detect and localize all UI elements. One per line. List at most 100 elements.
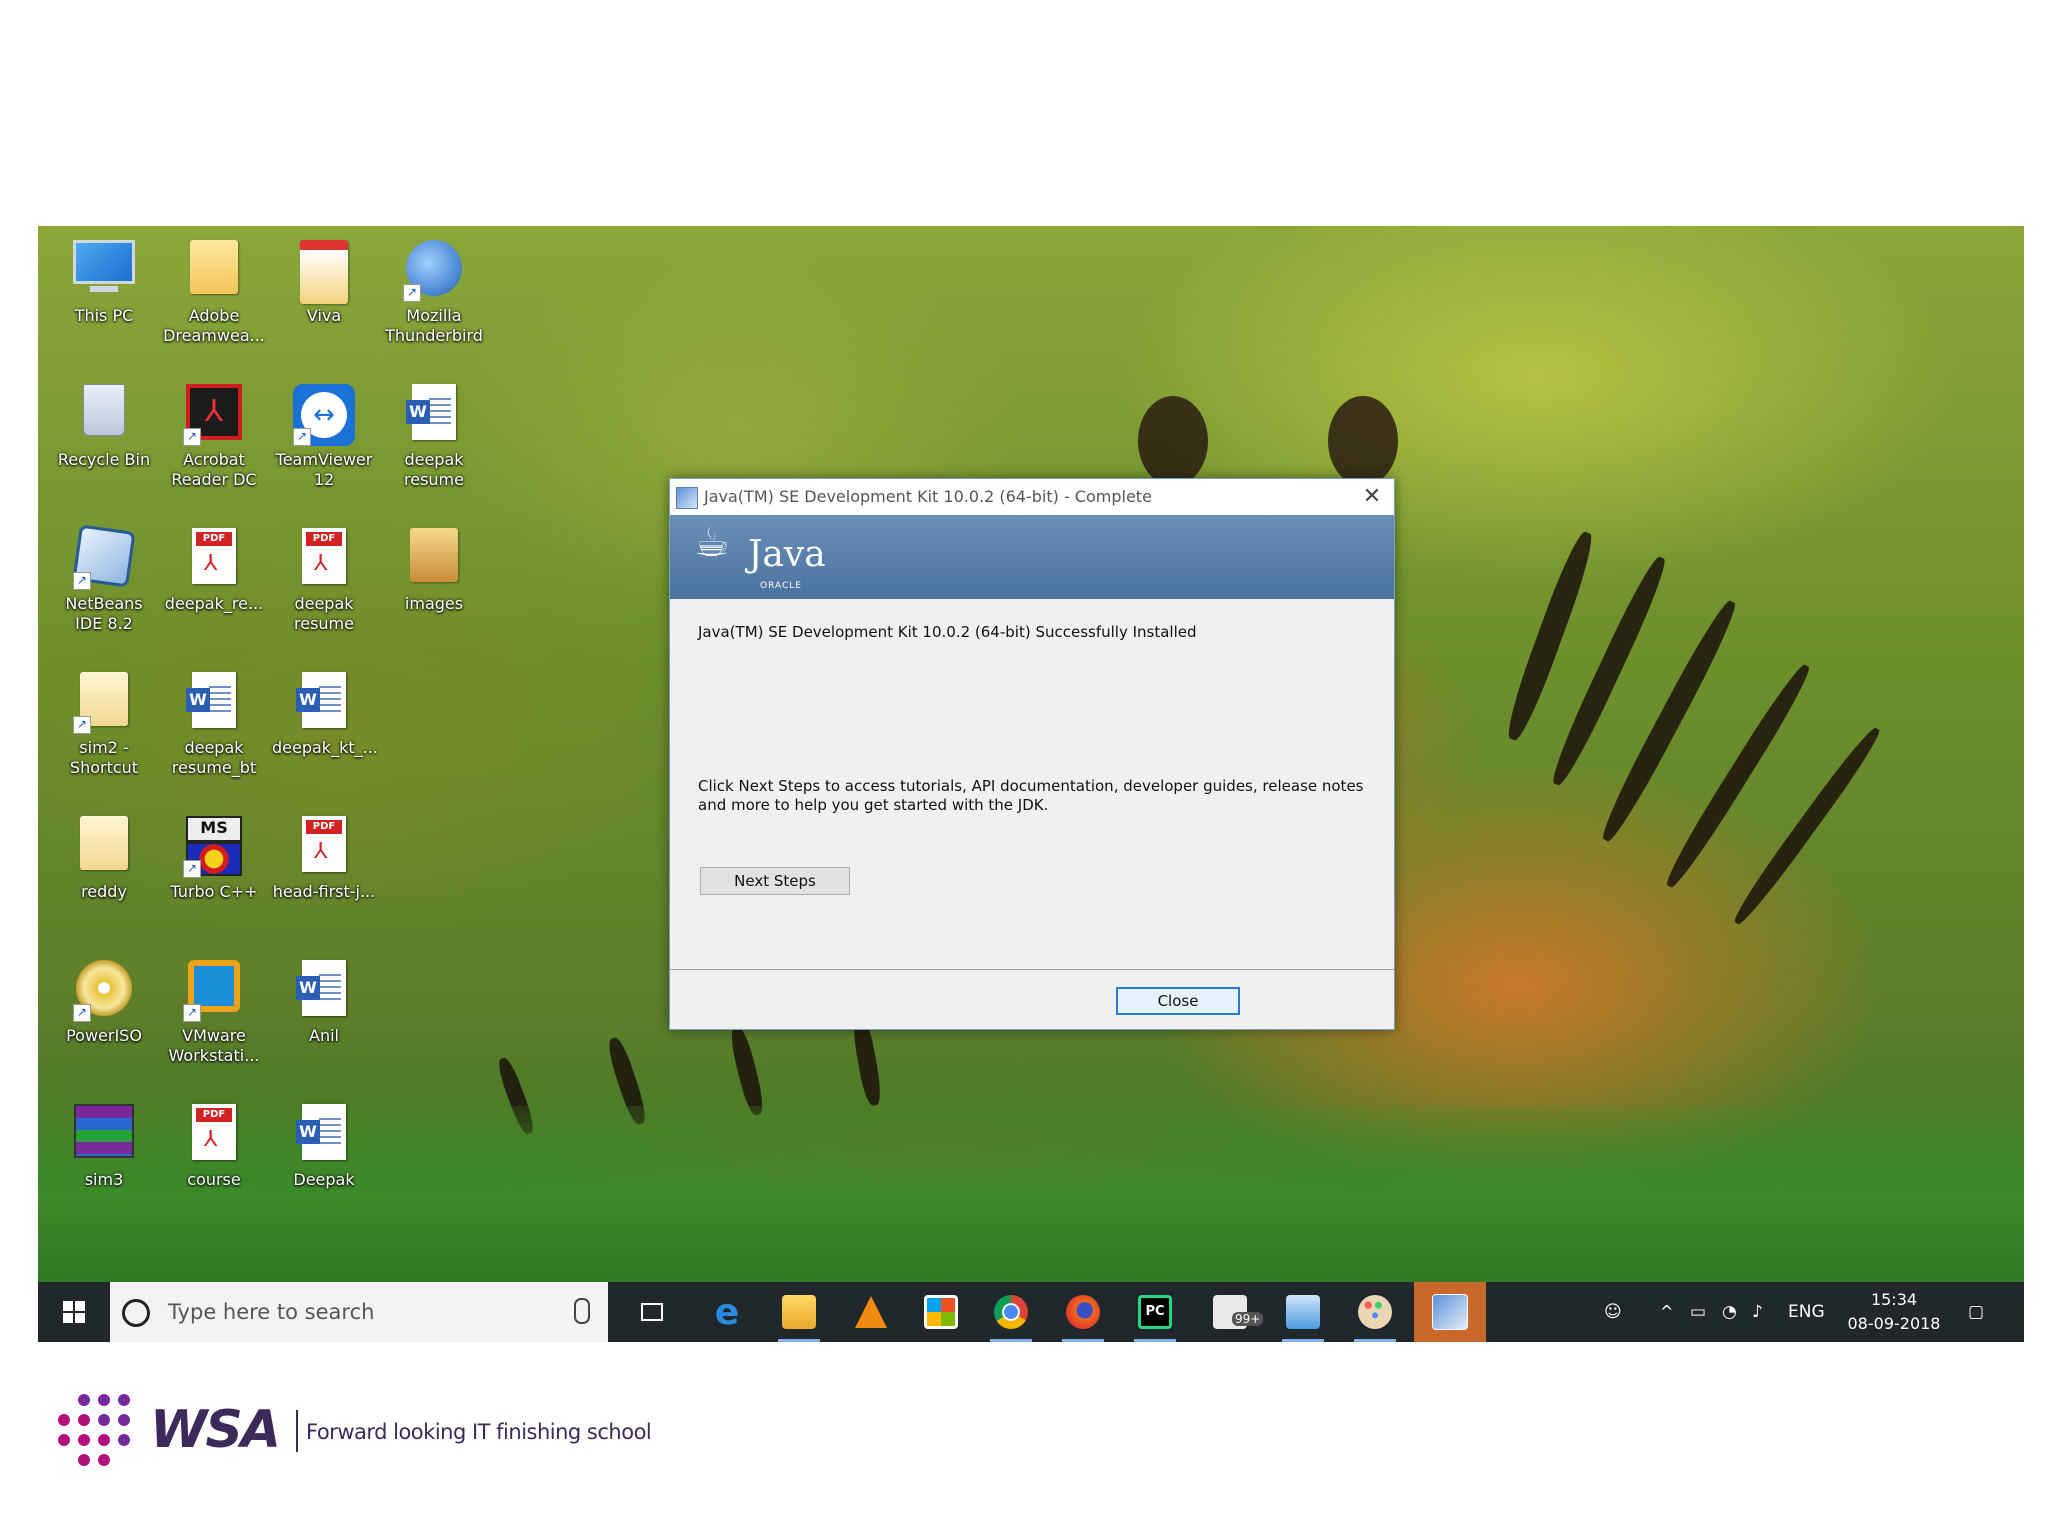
desktop-icon-label: Turbo C++ [170, 882, 258, 901]
show-hidden-icons-chevron[interactable]: ^ [1660, 1282, 1673, 1342]
people-icon[interactable]: ☺ [1604, 1282, 1622, 1342]
desktop-icon-deepak-re-pdf[interactable]: PDF ⅄ deepak_re... [162, 522, 266, 614]
desktop-icon-course[interactable]: PDF ⅄ course [162, 1098, 266, 1190]
next-steps-button[interactable]: Next Steps [700, 867, 850, 895]
next-steps-info-line1: Click Next Steps to access tutorials, AP… [698, 777, 1364, 795]
taskbar-store[interactable] [908, 1282, 974, 1342]
desktop-icon-deepak-resume-pdf[interactable]: PDF ⅄ deepak resume [272, 522, 376, 634]
oracle-logo-text: ORACLE [760, 581, 802, 591]
close-icon[interactable]: ✕ [1358, 479, 1386, 515]
desktop-icon-sim3[interactable]: sim3 [52, 1098, 156, 1190]
java-logo-text: Java [748, 534, 826, 575]
desktop-icon-label: sim3 [84, 1170, 124, 1189]
task-view-button[interactable] [624, 1282, 680, 1342]
desktop-icon-label: deepak_kt_... [272, 738, 378, 757]
folder-icon [403, 528, 465, 590]
desktop-icon-teamviewer[interactable]: ↔ ↗ TeamViewer 12 [272, 378, 376, 490]
taskbar-clock[interactable]: 15:34 08-09-2018 [1844, 1288, 1944, 1336]
pdf-icon: PDF ⅄ [293, 816, 355, 878]
desktop-icon-sim2-shortcut[interactable]: ↗ sim2 - Shortcut [52, 666, 156, 778]
desktop-icon-mozilla-thunderbird[interactable]: ↗ Mozilla Thunderbird [382, 234, 486, 346]
close-button[interactable]: Close [1116, 987, 1240, 1015]
wallpaper-ear [1138, 396, 1208, 486]
wifi-icon[interactable]: ◔ [1722, 1282, 1737, 1342]
desktop-icon-label: NetBeans IDE 8.2 [65, 594, 143, 633]
clock-time: 15:34 [1870, 1290, 1918, 1309]
taskbar: Type here to search e PC 99+ ☺ ^ ▭ ◔ ♪ E… [38, 1282, 2024, 1342]
start-button[interactable] [38, 1282, 110, 1342]
desktop-icon-recycle-bin[interactable]: Recycle Bin [52, 378, 156, 470]
taskbar-java-installer[interactable] [1414, 1282, 1486, 1342]
desktop-icon-label: sim2 - Shortcut [69, 738, 139, 777]
desktop-icon-vmware[interactable]: ↗ VMware Workstati... [162, 954, 266, 1066]
wsa-brand: WSA [150, 1400, 281, 1460]
dialog-titlebar[interactable]: Java(TM) SE Development Kit 10.0.2 (64-b… [670, 479, 1394, 515]
recycle-bin-icon [73, 384, 135, 446]
taskbar-file-explorer[interactable] [766, 1282, 832, 1342]
microphone-icon[interactable] [574, 1298, 590, 1324]
language-indicator[interactable]: ENG [1788, 1282, 1825, 1342]
chrome-icon [994, 1295, 1028, 1329]
desktop-icon-label: This PC [74, 306, 134, 325]
taskbar-mail[interactable]: 99+ [1194, 1282, 1266, 1342]
vmware-icon: ↗ [183, 960, 245, 1022]
desktop-icon-label: deepak resume_bt [171, 738, 257, 777]
word-doc-icon: W [293, 1104, 355, 1166]
search-placeholder: Type here to search [168, 1300, 375, 1324]
desktop-icon-label: deepak resume [294, 594, 354, 633]
desktop-icon-label: head-first-j... [272, 882, 376, 901]
acrobat-icon: ⅄ ↗ [183, 384, 245, 446]
desktop-icon-label: deepak_re... [164, 594, 264, 613]
desktop-icon-label: Anil [309, 1026, 339, 1045]
brand-tagline: Forward looking IT finishing school [306, 1420, 652, 1444]
word-doc-icon: W [293, 672, 355, 734]
brand-divider [296, 1410, 298, 1452]
desktop-icon-deepak-resume-bt[interactable]: W deepak resume_bt [162, 666, 266, 778]
desktop-icon-adobe-dreamweaver[interactable]: Adobe Dreamwea... [162, 234, 266, 346]
desktop-icon-deepak-resume-word[interactable]: W deepak resume [382, 378, 486, 490]
desktop-icon-anil[interactable]: W Anil [272, 954, 376, 1046]
install-success-message: Java(TM) SE Development Kit 10.0.2 (64-b… [698, 623, 1197, 641]
folder-icon [73, 816, 135, 878]
teamviewer-icon: ↔ ↗ [293, 384, 355, 446]
desktop-icon-acrobat-reader[interactable]: ⅄ ↗ Acrobat Reader DC [162, 378, 266, 490]
file-explorer-icon [782, 1295, 816, 1329]
desktop-icon-head-first[interactable]: PDF ⅄ head-first-j... [272, 810, 376, 902]
taskbar-search-box[interactable]: Type here to search [110, 1282, 608, 1342]
taskbar-vlc[interactable] [838, 1282, 904, 1342]
wsa-logo-mark [58, 1390, 138, 1470]
desktop-icon-label: Mozilla Thunderbird [385, 306, 483, 345]
dialog-separator [670, 969, 1394, 970]
dialog-title: Java(TM) SE Development Kit 10.0.2 (64-b… [704, 487, 1152, 506]
desktop-icon-images[interactable]: images [382, 522, 486, 614]
desktop-icon-label: PowerISO [66, 1026, 142, 1045]
desktop-icon-netbeans[interactable]: ↗ NetBeans IDE 8.2 [52, 522, 156, 634]
action-center-icon[interactable]: ▢ [1968, 1282, 1984, 1342]
desktop-icon-deepak-kt[interactable]: W deepak_kt_... [272, 666, 378, 758]
desktop-icon-viva[interactable]: Viva [272, 234, 376, 326]
desktop-icon-label: Acrobat Reader DC [171, 450, 257, 489]
taskbar-pycharm[interactable]: PC [1122, 1282, 1188, 1342]
taskbar-edge[interactable]: e [694, 1282, 760, 1342]
word-doc-icon: W [183, 672, 245, 734]
desktop-icon-poweriso[interactable]: ↗ PowerISO [52, 954, 156, 1046]
desktop-icon-reddy[interactable]: reddy [52, 810, 156, 902]
desktop-icon-this-pc[interactable]: This PC [52, 234, 156, 326]
taskbar-paint[interactable] [1342, 1282, 1408, 1342]
netbeans-icon: ↗ [72, 524, 136, 590]
taskbar-outlook[interactable] [1270, 1282, 1336, 1342]
desktop-icon-deepak[interactable]: W Deepak [272, 1098, 376, 1190]
taskbar-chrome[interactable] [978, 1282, 1044, 1342]
thunderbird-icon: ↗ [403, 240, 465, 302]
java-cup-icon: ☕ [694, 520, 730, 566]
volume-icon[interactable]: ♪ [1752, 1282, 1763, 1342]
desktop-icon-label: TeamViewer 12 [275, 450, 373, 489]
taskbar-firefox[interactable] [1050, 1282, 1116, 1342]
desktop-icon-turbo-cpp[interactable]: MS ↗ Turbo C++ [162, 810, 266, 902]
desktop-icon-label: Adobe Dreamwea... [163, 306, 265, 345]
battery-icon[interactable]: ▭ [1690, 1282, 1706, 1342]
desktop-icon-label: course [187, 1170, 241, 1189]
paint-icon [1358, 1295, 1392, 1329]
installer-app-icon [676, 487, 698, 509]
desktop-icon-label: VMware Workstati... [168, 1026, 260, 1065]
